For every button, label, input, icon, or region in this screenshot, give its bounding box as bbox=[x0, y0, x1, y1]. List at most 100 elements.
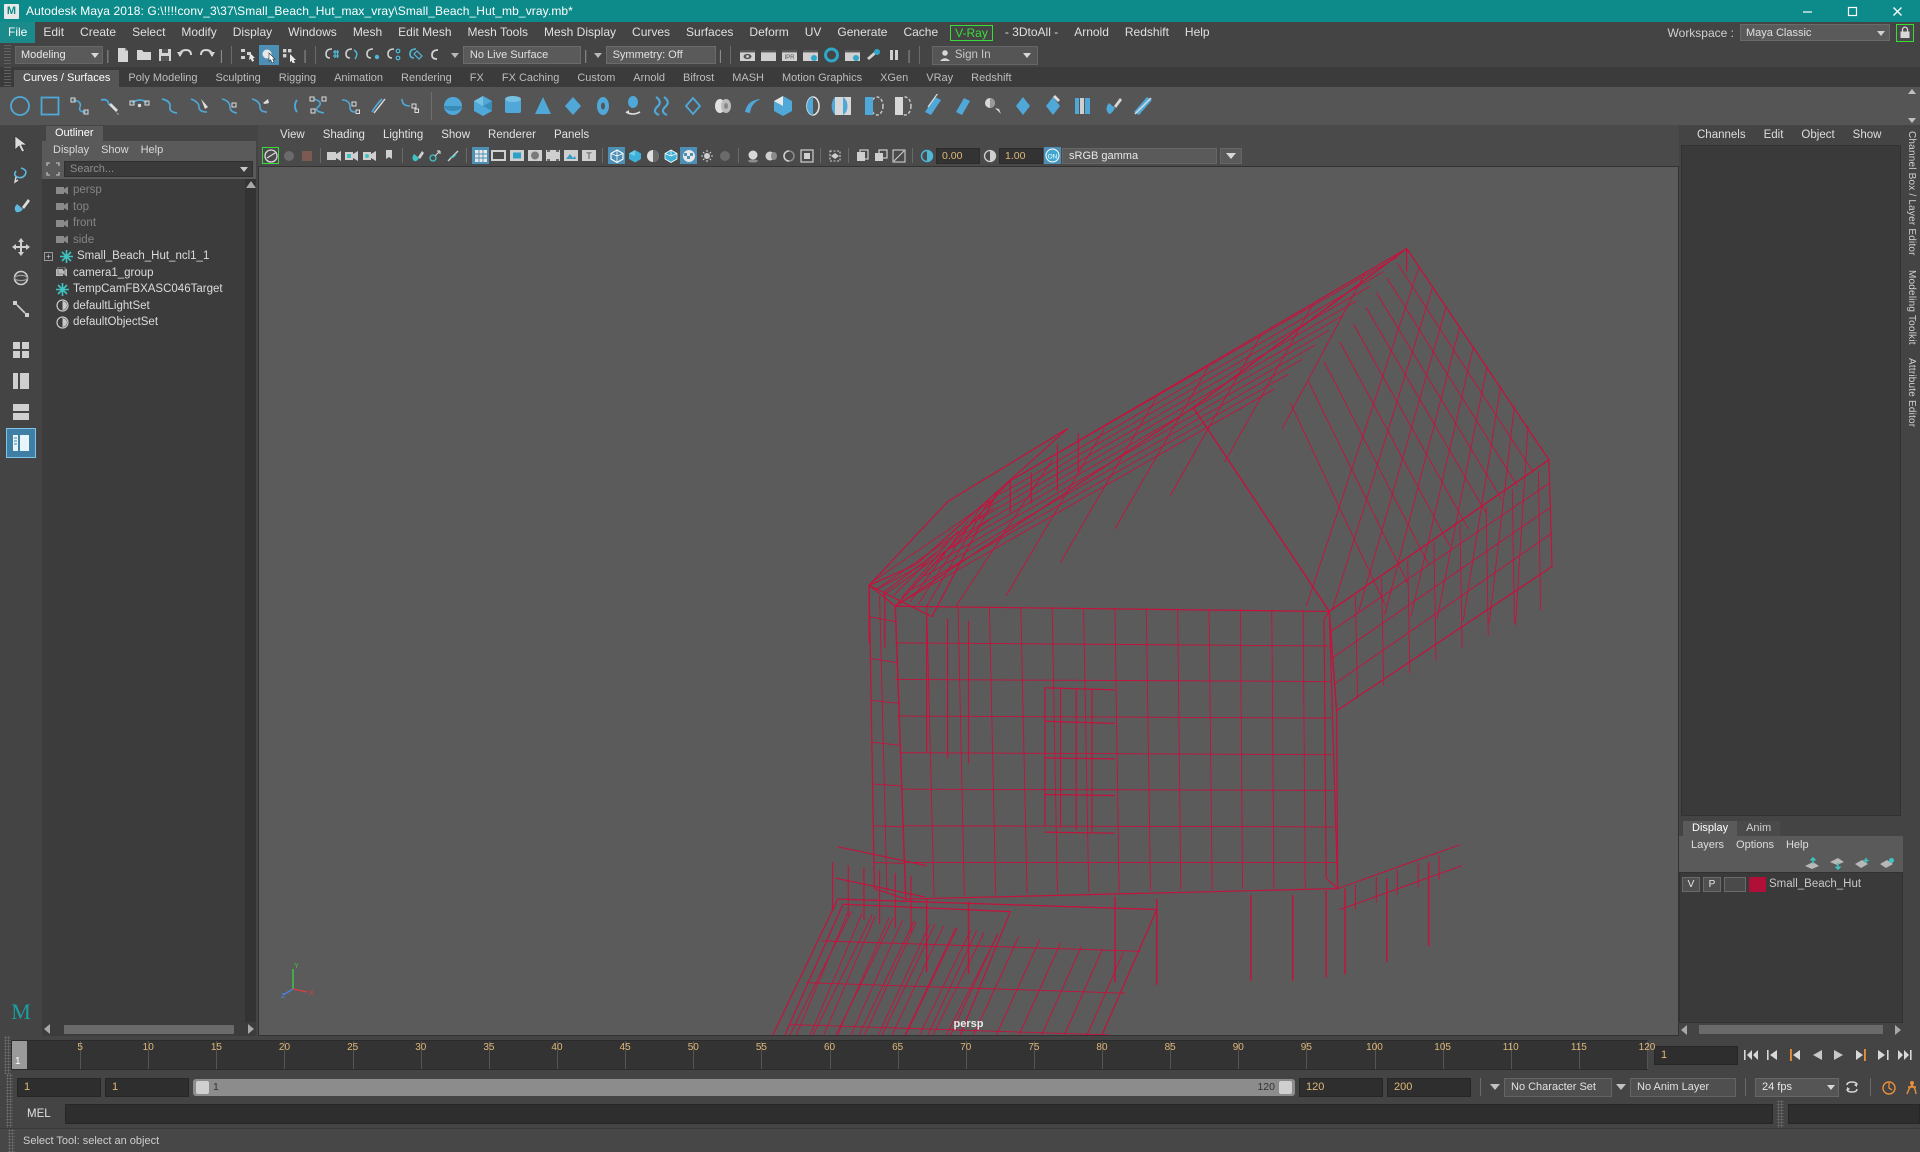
open-scene-button[interactable] bbox=[134, 45, 154, 65]
menu-set-selector[interactable]: Modeling bbox=[15, 46, 103, 64]
bevel-icon[interactable] bbox=[829, 91, 857, 121]
snap-to-curve-button[interactable] bbox=[343, 45, 363, 65]
manipulator-button[interactable] bbox=[426, 147, 443, 164]
screen-space-ao-button[interactable] bbox=[744, 147, 761, 164]
symmetry-field[interactable]: Symmetry: Off bbox=[605, 46, 716, 64]
surface-fillet-icon[interactable] bbox=[1129, 91, 1157, 121]
anti-alias-button[interactable] bbox=[780, 147, 797, 164]
gamma-value-icon[interactable] bbox=[981, 147, 998, 164]
menu-vray[interactable]: V-Ray bbox=[950, 24, 993, 41]
lock-camera-button[interactable] bbox=[344, 147, 361, 164]
close-button[interactable] bbox=[1875, 0, 1920, 22]
shelf-tab-motion-graphics[interactable]: Motion Graphics bbox=[773, 70, 872, 87]
shelf-grip[interactable] bbox=[4, 67, 11, 87]
scale-tool-button[interactable] bbox=[6, 294, 36, 324]
channel-menu-show[interactable]: Show bbox=[1845, 129, 1890, 141]
lasso-tool-button[interactable] bbox=[6, 160, 36, 190]
nurbs-cube-icon[interactable] bbox=[469, 91, 497, 121]
vtab-attribute-editor[interactable]: Attribute Editor bbox=[1906, 358, 1917, 427]
move-tool-button[interactable] bbox=[6, 232, 36, 262]
menu-display[interactable]: Display bbox=[225, 22, 280, 43]
scroll-thumb[interactable] bbox=[1699, 1025, 1883, 1034]
menu-windows[interactable]: Windows bbox=[280, 22, 345, 43]
new-scene-button[interactable] bbox=[113, 45, 133, 65]
layer-visibility-toggle[interactable]: V bbox=[1682, 876, 1700, 892]
viewport-menu-lighting[interactable]: Lighting bbox=[375, 129, 431, 141]
paint-select-tool-button[interactable] bbox=[6, 191, 36, 221]
film-gate-button[interactable] bbox=[490, 147, 507, 164]
bookmark-flag-button[interactable] bbox=[380, 147, 397, 164]
menu-edit-mesh[interactable]: Edit Mesh bbox=[390, 22, 459, 43]
hypershade-button[interactable] bbox=[821, 45, 841, 65]
outliner-item-front[interactable]: front bbox=[42, 215, 256, 232]
layout-single-pane-button[interactable] bbox=[6, 397, 36, 427]
cut-curve-icon[interactable] bbox=[366, 91, 394, 121]
scroll-right-icon[interactable] bbox=[1895, 1024, 1901, 1035]
range-start-field[interactable]: 1 bbox=[105, 1077, 189, 1097]
outliner-item-side[interactable]: side bbox=[42, 232, 256, 249]
use-all-lights-button[interactable] bbox=[698, 147, 715, 164]
bezier-curve-tool-icon[interactable] bbox=[156, 91, 184, 121]
outliner-item-small-beach-hut[interactable]: + Small_Beach_Hut_ncl1_1 bbox=[42, 248, 256, 265]
xray-mode-button[interactable] bbox=[826, 147, 843, 164]
workspace-selector[interactable]: Maya Classic bbox=[1740, 24, 1890, 41]
layer-row-small-beach-hut[interactable]: V P Small_Beach_Hut bbox=[1682, 875, 1900, 893]
shelf-tab-xgen[interactable]: XGen bbox=[871, 70, 918, 87]
anim-layer-dropdown-icon[interactable] bbox=[1616, 1084, 1626, 1090]
minimize-button[interactable] bbox=[1785, 0, 1830, 22]
select-by-hierarchy-button[interactable] bbox=[238, 45, 258, 65]
redo-button[interactable] bbox=[197, 45, 217, 65]
layer-list[interactable]: V P Small_Beach_Hut bbox=[1679, 872, 1903, 1023]
outliner-tab[interactable]: Outliner bbox=[46, 126, 103, 141]
render-sequence-button[interactable] bbox=[758, 45, 778, 65]
scroll-left-icon[interactable] bbox=[44, 1024, 50, 1034]
color-space-dropdown-button[interactable] bbox=[1220, 147, 1242, 164]
outliner-search-input[interactable]: Search... bbox=[64, 161, 253, 177]
select-camera-button[interactable] bbox=[262, 147, 279, 164]
smooth-shade-all-button[interactable] bbox=[644, 147, 661, 164]
outliner-item-camera1-group[interactable]: camera1_group bbox=[42, 265, 256, 282]
command-language-label[interactable]: MEL bbox=[17, 1108, 61, 1120]
viewport-3d-canvas[interactable]: Y Z X persp bbox=[258, 166, 1679, 1036]
outliner-item-default-object-set[interactable]: defaultObjectSet bbox=[42, 314, 256, 331]
camera-icon-button[interactable] bbox=[326, 147, 343, 164]
range-bar[interactable]: 1 120 bbox=[193, 1078, 1295, 1096]
rebuild-curve-icon[interactable] bbox=[336, 91, 364, 121]
tearoff-panel-button[interactable] bbox=[872, 147, 889, 164]
cv-curve-tool-icon[interactable] bbox=[66, 91, 94, 121]
tearoff-copy-button[interactable] bbox=[854, 147, 871, 164]
shelf-tab-fx-caching[interactable]: FX Caching bbox=[492, 70, 569, 87]
boundary-icon[interactable] bbox=[769, 91, 797, 121]
sign-in-button[interactable]: Sign In bbox=[931, 45, 1038, 65]
command-input-field[interactable] bbox=[64, 1104, 1773, 1124]
chevron-down-icon-2[interactable] bbox=[593, 52, 602, 58]
channel-menu-object[interactable]: Object bbox=[1793, 129, 1842, 141]
textured-button[interactable] bbox=[680, 147, 697, 164]
layout-outliner-persp-button[interactable] bbox=[6, 428, 36, 458]
outliner-menu-help[interactable]: Help bbox=[136, 144, 169, 156]
layout-two-pane-button[interactable] bbox=[6, 366, 36, 396]
menu-generate[interactable]: Generate bbox=[829, 22, 895, 43]
layer-color-swatch[interactable] bbox=[1749, 876, 1766, 892]
vtab-modeling-toolkit[interactable]: Modeling Toolkit bbox=[1906, 270, 1917, 345]
command-line-splitter[interactable] bbox=[1777, 1100, 1784, 1128]
exposure-field[interactable]: 0.00 bbox=[936, 147, 980, 164]
layer-menu-help[interactable]: Help bbox=[1780, 839, 1815, 851]
step-forward-keyframe-button[interactable] bbox=[1874, 1046, 1892, 1064]
scroll-up-icon[interactable] bbox=[245, 181, 256, 188]
toggle-pause-button[interactable] bbox=[884, 45, 904, 65]
range-handle-left[interactable] bbox=[196, 1080, 209, 1094]
range-slider-grip[interactable] bbox=[6, 1074, 13, 1100]
render-setup-button[interactable] bbox=[842, 45, 862, 65]
step-back-frame-button[interactable] bbox=[1786, 1046, 1804, 1064]
menu-mesh[interactable]: Mesh bbox=[345, 22, 390, 43]
channel-box-body[interactable] bbox=[1681, 145, 1901, 816]
shelf-tab-bifrost[interactable]: Bifrost bbox=[674, 70, 724, 87]
layer-menu-options[interactable]: Options bbox=[1730, 839, 1780, 851]
detach-curves-icon[interactable] bbox=[276, 91, 304, 121]
nurbs-cylinder-icon[interactable] bbox=[499, 91, 527, 121]
shelf-tab-vray[interactable]: VRay bbox=[917, 70, 963, 87]
range-end-field[interactable]: 120 bbox=[1299, 1077, 1383, 1097]
outliner-list[interactable]: persp top front side + Small_Beach_Hut_n… bbox=[42, 179, 256, 1022]
play-backwards-button[interactable] bbox=[1808, 1046, 1826, 1064]
